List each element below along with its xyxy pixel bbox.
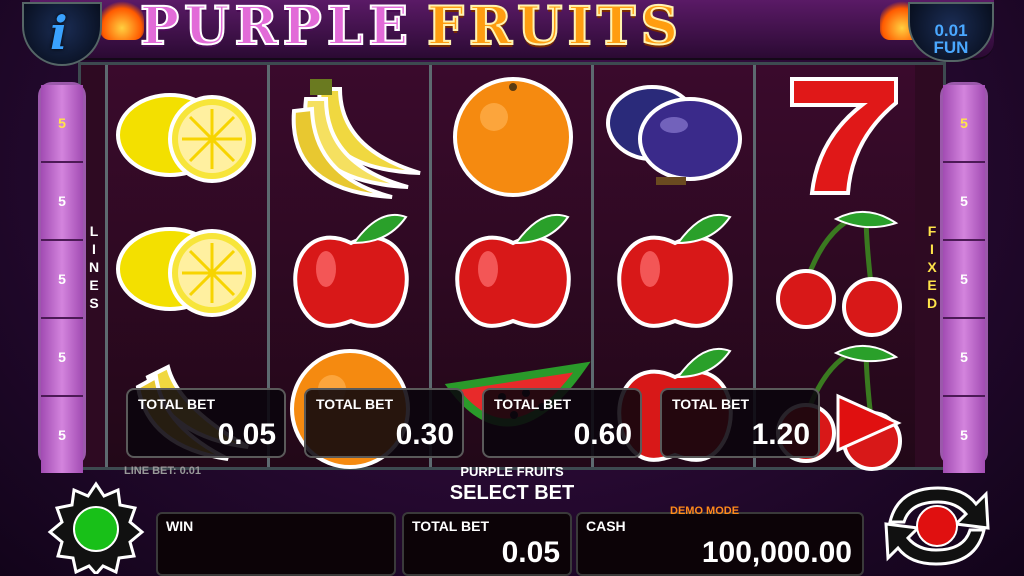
settings-button[interactable] [44,480,148,574]
win-label: WIN [166,518,194,534]
demo-mode-label: DEMO MODE [670,505,740,517]
total-bet-display: TOTAL BET 0.05 [402,512,572,576]
bet-option-value: 0.60 [573,418,632,451]
lines-label: LINES [88,223,100,311]
apple-symbol [617,213,733,328]
lemon-symbol [116,227,256,317]
bet-option-button[interactable]: TOTAL BET 0.60 [482,388,642,458]
bet-option-label: TOTAL BET [494,396,571,412]
orange-symbol [453,77,573,197]
info-icon: i [50,6,68,60]
flame-decoration [100,0,144,40]
bet-option-label: TOTAL BET [138,396,215,412]
gear-icon [47,481,145,574]
bet-option-label: TOTAL BET [316,396,393,412]
denomination-button[interactable]: 0.01 FUN [908,2,994,62]
bet-option-value: 0.30 [395,418,454,451]
spin-button[interactable] [872,478,1002,574]
select-bet-prompt: SELECT BET [449,482,575,504]
bet-option-button[interactable]: TOTAL BET 0.30 [304,388,464,458]
lines-panel-right: 5 5 5 5 5 [940,82,988,473]
title-purple: PURPLE [139,0,413,58]
line-indicator[interactable]: 5 [943,397,985,473]
game-title: PURPLE FRUITS [139,0,684,58]
bet-option-button[interactable]: TOTAL BET 1.20 [660,388,820,458]
line-indicator[interactable]: 5 [41,163,83,241]
play-icon[interactable] [832,392,902,454]
game-name-label: PURPLE FRUITS [460,464,564,479]
win-display: WIN [156,512,396,576]
cherries-symbol [776,210,902,337]
title-fruits: FRUITS [426,0,684,58]
lemon-symbol [116,93,256,183]
bet-option-button[interactable]: TOTAL BET 0.05 [126,388,286,458]
line-indicator[interactable]: 5 [41,319,83,397]
bet-option-value: 0.05 [217,418,276,451]
line-indicator[interactable]: 5 [943,241,985,319]
line-indicator[interactable]: 5 [943,163,985,241]
bet-option-value: 1.20 [751,418,810,451]
apple-symbol [293,213,409,328]
total-bet-value: 0.05 [501,536,560,569]
line-indicator[interactable]: 5 [41,241,83,319]
fixed-label: FIXED [926,223,938,311]
bet-option-label: TOTAL BET [672,396,749,412]
spin-arrows-icon [884,486,990,566]
cash-value: 100,000.00 [701,536,852,569]
plum-symbol [606,85,742,185]
line-indicator[interactable]: 5 [41,85,83,163]
denomination-value: 0.01 [934,21,968,40]
cash-display: CASH 100,000.00 [576,512,864,576]
lines-panel-left: 5 5 5 5 5 [38,82,86,473]
banana-symbol [291,79,421,199]
line-indicator[interactable]: 5 [41,397,83,473]
currency-label: FUN [933,38,969,57]
apple-symbol [455,213,571,328]
total-bet-label: TOTAL BET [412,518,489,534]
line-indicator[interactable]: 5 [943,319,985,397]
cash-label: CASH [586,518,626,534]
line-indicator[interactable]: 5 [943,85,985,163]
seven-symbol [790,77,898,195]
game-screen: i PURPLE FRUITS 0.01 FUN 5 5 5 5 5 5 5 5… [0,0,1024,576]
